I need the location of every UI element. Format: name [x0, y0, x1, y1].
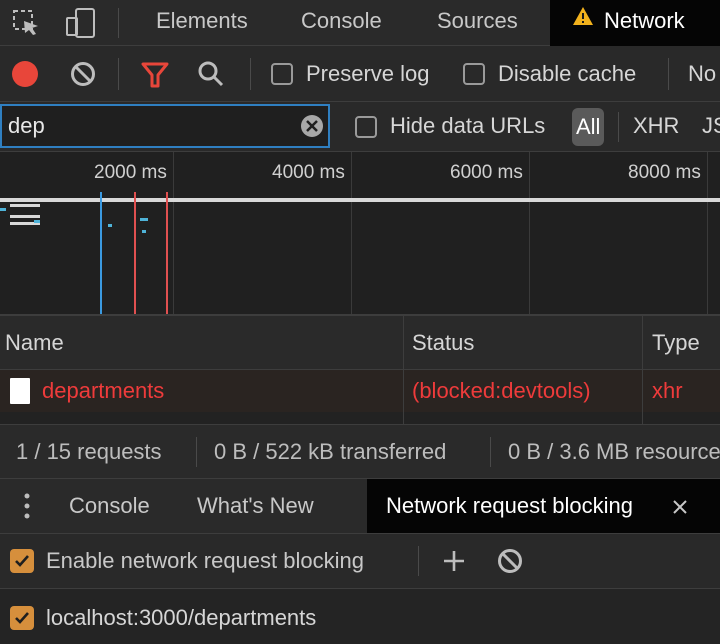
- summary-separator: [196, 437, 197, 467]
- close-icon[interactable]: [672, 495, 688, 521]
- column-divider: [642, 316, 643, 370]
- timeline-grid-line: [707, 152, 708, 314]
- tab-bar-separator: [118, 8, 119, 38]
- tab-network[interactable]: Network: [550, 0, 720, 46]
- warning-icon: [572, 0, 594, 40]
- enable-blocking-checkbox[interactable]: [10, 549, 34, 573]
- filter-bar: Hide data URLs All XHR JS: [0, 102, 720, 152]
- drawer-menu-icon[interactable]: [18, 492, 36, 528]
- drawer-tab-console[interactable]: Console: [69, 493, 150, 519]
- hide-data-urls-label: Hide data URLs: [390, 113, 546, 138]
- timeline-tick: 2000 ms: [94, 162, 167, 183]
- table-filler: [0, 412, 720, 424]
- enable-blocking-label: Enable network request blocking: [46, 548, 364, 573]
- tab-console[interactable]: Console: [282, 0, 408, 46]
- preserve-log-label: Preserve log: [306, 61, 430, 86]
- toolbar-separator: [118, 58, 119, 90]
- timeline-grid-line: [351, 152, 352, 314]
- device-toolbar-icon[interactable]: [64, 7, 98, 45]
- toolbar-separator: [250, 58, 251, 90]
- request-bar: [140, 218, 148, 221]
- timeline-tick: 6000 ms: [450, 162, 523, 183]
- request-bar: [0, 208, 6, 211]
- timeline-grid-line: [529, 152, 530, 314]
- devtools-tab-bar: Elements Console Sources Network: [0, 0, 720, 46]
- blocking-toolbar: Enable network request blocking: [0, 534, 720, 589]
- filter-input[interactable]: [0, 104, 330, 148]
- request-status: (blocked:devtools): [412, 378, 591, 403]
- column-divider: [642, 370, 643, 412]
- toolbar-separator: [668, 58, 669, 90]
- list-item[interactable]: localhost:3000/departments: [0, 589, 720, 644]
- document-icon: [10, 378, 30, 404]
- tab-sources-label: Sources: [437, 8, 518, 33]
- drawer-tab-whats-new[interactable]: What's New: [197, 493, 314, 519]
- filter-icon[interactable]: [140, 61, 170, 95]
- transferred-size: 0 B / 522 kB transferred: [214, 439, 447, 464]
- search-icon[interactable]: [197, 60, 225, 94]
- type-filter-all[interactable]: All: [572, 108, 605, 146]
- clear-icon[interactable]: [70, 61, 96, 93]
- filter-separator: [618, 112, 619, 142]
- disable-cache-checkbox[interactable]: [463, 63, 485, 85]
- pattern-enabled-checkbox[interactable]: [10, 606, 34, 630]
- blocking-toolbar-separator: [418, 546, 419, 576]
- add-pattern-icon[interactable]: [442, 549, 466, 579]
- drawer-tab-network-request-blocking[interactable]: Network request blocking: [367, 479, 720, 533]
- load-marker: [166, 192, 168, 314]
- dom-content-loaded-marker: [100, 192, 102, 314]
- drawer-tab-label: Network request blocking: [386, 493, 634, 518]
- load-marker: [134, 192, 136, 314]
- clear-filter-icon[interactable]: [300, 114, 324, 144]
- timeline-tick: 8000 ms: [628, 162, 701, 183]
- network-overview[interactable]: 2000 ms 4000 ms 6000 ms 8000 ms: [0, 152, 720, 314]
- type-filter-js[interactable]: JS: [702, 113, 720, 139]
- blocked-pattern: localhost:3000/departments: [46, 605, 317, 630]
- blocked-patterns-list: localhost:3000/departments: [0, 589, 720, 644]
- timeline-grid-line: [173, 152, 174, 314]
- column-header-status[interactable]: Status: [412, 330, 474, 356]
- request-bar: [142, 230, 146, 233]
- column-header-type[interactable]: Type: [652, 330, 700, 356]
- column-divider: [403, 370, 404, 412]
- drawer-tab-bar: Console What's New Network request block…: [0, 479, 720, 534]
- inspect-element-icon[interactable]: [12, 9, 42, 43]
- request-count: 1 / 15 requests: [16, 439, 162, 464]
- request-bar: [108, 224, 112, 227]
- tab-sources[interactable]: Sources: [418, 0, 548, 46]
- network-summary-bar: 1 / 15 requests 0 B / 522 kB transferred…: [0, 424, 720, 479]
- throttling-select[interactable]: No: [688, 61, 716, 87]
- column-divider: [403, 316, 404, 370]
- table-row[interactable]: departments (blocked:devtools) xhr: [0, 370, 720, 412]
- request-bar: [10, 204, 40, 207]
- column-header-name[interactable]: Name: [5, 330, 64, 356]
- request-bar: [34, 220, 40, 223]
- network-toolbar: Preserve log Disable cache No: [0, 46, 720, 102]
- tab-console-label: Console: [301, 8, 382, 33]
- timeline-track: [0, 198, 720, 202]
- record-button[interactable]: [12, 61, 38, 87]
- request-type: xhr: [652, 378, 683, 403]
- column-divider: [642, 412, 643, 424]
- tab-elements-label: Elements: [156, 8, 248, 33]
- tab-network-label: Network: [604, 8, 685, 33]
- column-divider: [403, 412, 404, 424]
- timeline-tick: 4000 ms: [272, 162, 345, 183]
- resources-size: 0 B / 3.6 MB resources: [508, 439, 720, 464]
- hide-data-urls-checkbox[interactable]: [355, 116, 377, 138]
- summary-separator: [490, 437, 491, 467]
- disable-cache-label: Disable cache: [498, 61, 637, 86]
- request-name: departments: [42, 378, 165, 403]
- type-filter-xhr[interactable]: XHR: [633, 113, 679, 139]
- requests-table-header: Name Status Type: [0, 314, 720, 370]
- request-bar: [10, 215, 40, 218]
- tab-elements[interactable]: Elements: [136, 0, 272, 46]
- preserve-log-checkbox[interactable]: [271, 63, 293, 85]
- remove-all-patterns-icon[interactable]: [497, 548, 523, 580]
